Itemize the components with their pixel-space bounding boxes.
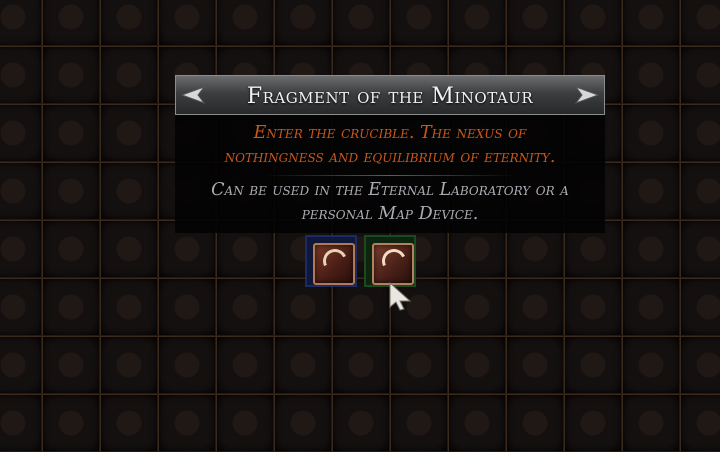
inventory-slot[interactable] (42, 0, 100, 46)
flavour-line: Enter the crucible. The nexus of (253, 123, 527, 143)
inventory-slot[interactable] (158, 336, 216, 394)
inventory-slot[interactable] (0, 0, 42, 46)
inventory-slot[interactable] (506, 394, 564, 452)
inventory-slot[interactable] (216, 394, 274, 452)
inventory-slot[interactable] (100, 220, 158, 278)
inventory-slot[interactable] (100, 0, 158, 46)
map-fragment-icon (313, 243, 355, 285)
separator (265, 175, 515, 176)
inventory-slot[interactable] (680, 394, 720, 452)
inventory-slot[interactable] (680, 336, 720, 394)
inventory-slot[interactable] (332, 394, 390, 452)
inventory-slot[interactable] (622, 220, 680, 278)
inventory-slot[interactable] (622, 394, 680, 452)
inventory-item-fragment[interactable] (305, 235, 357, 287)
inventory-slot[interactable] (332, 336, 390, 394)
inventory-slot[interactable] (100, 278, 158, 336)
usage-line: Can be used in the Eternal Laboratory or… (211, 180, 569, 200)
inventory-slot[interactable] (506, 278, 564, 336)
inventory-slot[interactable] (564, 0, 622, 46)
usage-text: Can be used in the Eternal Laboratory or… (175, 178, 605, 226)
inventory-slot[interactable] (0, 46, 42, 104)
inventory-slot[interactable] (0, 394, 42, 452)
usage-line: personal Map Device. (301, 204, 479, 224)
inventory-slot[interactable] (390, 394, 448, 452)
inventory-slot[interactable] (274, 394, 332, 452)
inventory-slot[interactable] (448, 336, 506, 394)
inventory-slot[interactable] (564, 336, 622, 394)
flavour-text: Enter the crucible. The nexus of nothing… (175, 121, 605, 169)
inventory-slot[interactable] (564, 394, 622, 452)
inventory-slot[interactable] (274, 336, 332, 394)
inventory-slot[interactable] (622, 336, 680, 394)
inventory-slot[interactable] (274, 0, 332, 46)
inventory-slot[interactable] (0, 162, 42, 220)
flavour-line: nothingness and equilibrium of eternity. (224, 147, 556, 167)
inventory-slot[interactable] (680, 162, 720, 220)
inventory-slot[interactable] (448, 394, 506, 452)
inventory-slot[interactable] (100, 336, 158, 394)
inventory-slot[interactable] (100, 46, 158, 104)
inventory-slot[interactable] (680, 220, 720, 278)
inventory-slot[interactable] (564, 278, 622, 336)
inventory-slot[interactable] (332, 0, 390, 46)
inventory-slot[interactable] (42, 278, 100, 336)
inventory-slot[interactable] (680, 0, 720, 46)
map-fragment-icon (372, 243, 414, 285)
inventory-slot[interactable] (216, 278, 274, 336)
item-tooltip: Fragment of the Minotaur Enter the cruci… (175, 75, 605, 233)
inventory-slot[interactable] (622, 104, 680, 162)
inventory-slot[interactable] (158, 394, 216, 452)
inventory-slot[interactable] (0, 104, 42, 162)
inventory-slot[interactable] (448, 278, 506, 336)
inventory-slot[interactable] (0, 278, 42, 336)
inventory-slot[interactable] (680, 278, 720, 336)
inventory-slot[interactable] (0, 220, 42, 278)
tooltip-body: Enter the crucible. The nexus of nothing… (175, 115, 605, 233)
inventory-slot[interactable] (390, 336, 448, 394)
inventory-slot[interactable] (390, 0, 448, 46)
inventory-slot[interactable] (216, 336, 274, 394)
inventory-item-fragment-hovered[interactable] (364, 235, 416, 287)
inventory-slot[interactable] (622, 162, 680, 220)
inventory-slot[interactable] (100, 394, 158, 452)
inventory-slot[interactable] (448, 0, 506, 46)
pointer-cursor-icon (389, 281, 412, 311)
inventory-slot[interactable] (42, 46, 100, 104)
inventory-slot[interactable] (42, 336, 100, 394)
inventory-slot[interactable] (158, 0, 216, 46)
inventory-slot[interactable] (680, 104, 720, 162)
inventory-slot[interactable] (100, 104, 158, 162)
inventory-slot[interactable] (0, 336, 42, 394)
inventory-slot[interactable] (42, 104, 100, 162)
inventory-slot[interactable] (622, 278, 680, 336)
inventory-slot[interactable] (506, 336, 564, 394)
inventory-slot[interactable] (680, 46, 720, 104)
inventory-slot[interactable] (42, 394, 100, 452)
tooltip-header: Fragment of the Minotaur (175, 75, 605, 115)
inventory-slot[interactable] (216, 0, 274, 46)
inventory-slot[interactable] (42, 162, 100, 220)
inventory-slot[interactable] (158, 278, 216, 336)
inventory-slot[interactable] (42, 220, 100, 278)
item-name: Fragment of the Minotaur (246, 84, 534, 109)
inventory-slot[interactable] (100, 162, 158, 220)
inventory-slot[interactable] (506, 0, 564, 46)
inventory-slot[interactable] (622, 46, 680, 104)
inventory-slot[interactable] (622, 0, 680, 46)
header-ornament-right-icon (574, 85, 600, 105)
